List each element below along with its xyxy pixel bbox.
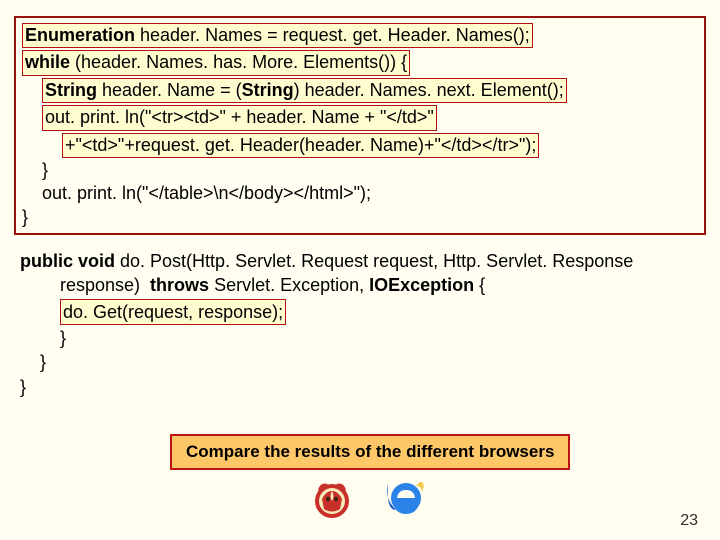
compare-text: Compare the results of the different bro…	[186, 442, 554, 461]
code-line: do. Get(request, response);	[20, 298, 706, 326]
code-line: String header. Name = (String) header. N…	[22, 77, 698, 104]
mozilla-icon	[310, 476, 354, 525]
browser-icons	[310, 476, 426, 525]
code-line: out. print. ln("</table>\n</body></html>…	[22, 182, 698, 205]
code-line: public void do. Post(Http. Servlet. Requ…	[20, 249, 706, 273]
ie-icon	[382, 476, 426, 525]
code-line: Enumeration header. Names = request. get…	[22, 22, 698, 49]
code-line: }	[20, 350, 706, 374]
code-line: }	[22, 159, 698, 182]
code-line: }	[20, 375, 706, 399]
code-line: while (header. Names. has. More. Element…	[22, 49, 698, 76]
method-block: public void do. Post(Http. Servlet. Requ…	[14, 249, 706, 399]
compare-callout: Compare the results of the different bro…	[170, 434, 570, 470]
code-line: response) throws Servlet. Exception, IOE…	[20, 273, 706, 297]
code-line: out. print. ln("<tr><td>" + header. Name…	[22, 104, 698, 131]
code-line: }	[22, 206, 698, 229]
code-line: +"<td>"+request. get. Header(header. Nam…	[22, 132, 698, 159]
code-line: }	[20, 326, 706, 350]
code-block: Enumeration header. Names = request. get…	[14, 16, 706, 235]
slide-number: 23	[680, 512, 698, 530]
